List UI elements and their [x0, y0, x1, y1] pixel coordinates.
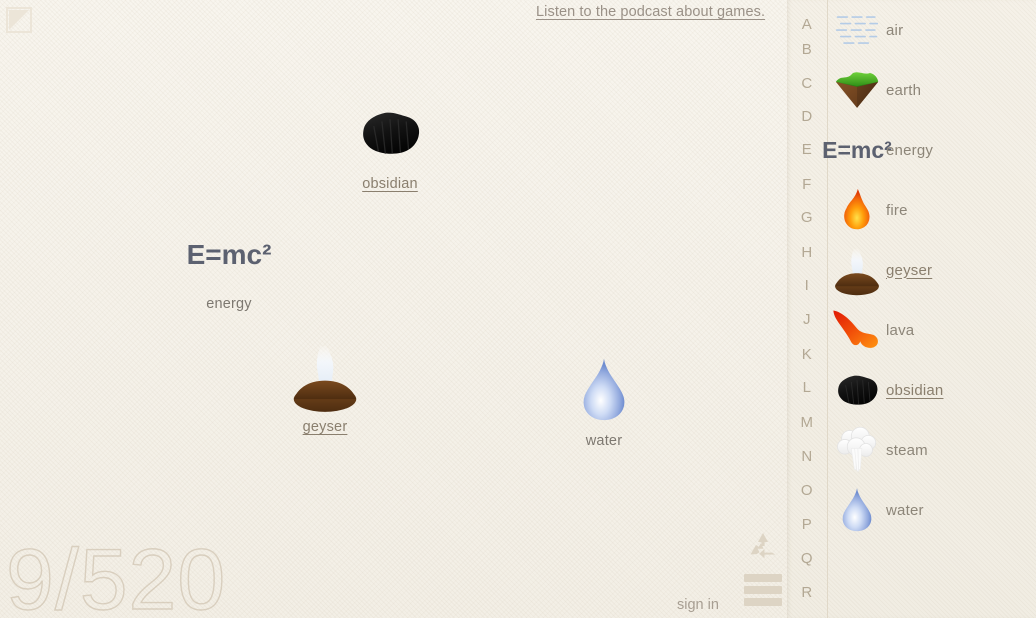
fullscreen-resize-icon[interactable]: [6, 7, 32, 33]
board-element-label: obsidian: [362, 176, 418, 192]
library-item-label: geyser: [886, 261, 933, 279]
geyser-icon: [828, 242, 886, 298]
menu-bar-3: [744, 598, 782, 606]
library-item-label: air: [886, 21, 904, 39]
board-element-obsidian[interactable]: obsidian: [334, 100, 446, 192]
alphabet-letter-i[interactable]: I: [787, 277, 827, 294]
water-icon: [548, 357, 660, 427]
alphabet-letter-a[interactable]: A: [787, 16, 827, 33]
library-item-obsidian[interactable]: obsidian: [828, 360, 1036, 420]
board-element-label: water: [585, 433, 623, 449]
menu-bar-2: [744, 586, 782, 594]
menu-bar-1: [744, 574, 782, 582]
energy-icon: E=mc²: [822, 136, 892, 163]
geyser-icon: [269, 343, 381, 413]
library-item-label: lava: [886, 321, 915, 339]
board-element-label: energy: [206, 296, 252, 312]
library-item-lava[interactable]: lava: [828, 300, 1036, 360]
fire-icon: [828, 182, 886, 238]
library-item-fire[interactable]: fire: [828, 180, 1036, 240]
library-item-water[interactable]: water: [828, 480, 1036, 540]
sign-in-button[interactable]: sign in: [677, 597, 719, 613]
library-item-earth[interactable]: earth: [828, 60, 1036, 120]
game-board[interactable]: Listen to the podcast about games. obsid…: [0, 0, 787, 618]
alphabet-letter-f[interactable]: F: [787, 176, 827, 193]
library-panel[interactable]: ABCDE FG HIJ KL MNOPQR air earth E=mc² energy fi…: [787, 0, 1036, 618]
library-item-geyser[interactable]: geyser: [828, 240, 1036, 300]
obsidian-icon: [828, 362, 886, 418]
alphabet-index[interactable]: ABCDE FG HIJ KL MNOPQR: [787, 0, 827, 618]
alphabet-letter-e[interactable]: E: [787, 141, 827, 158]
lava-icon: [828, 302, 886, 358]
alphabet-letter-n[interactable]: N: [787, 448, 827, 465]
library-item-label: energy: [886, 141, 934, 159]
earth-icon: [828, 62, 886, 118]
alphabet-letter-g[interactable]: G: [787, 209, 827, 226]
alphabet-letter-d[interactable]: D: [787, 108, 827, 125]
water-icon: [828, 482, 886, 538]
podcast-promo-link[interactable]: Listen to the podcast about games.: [536, 4, 765, 20]
hamburger-menu-icon[interactable]: [744, 574, 782, 606]
alphabet-letter-l[interactable]: L: [787, 379, 827, 396]
board-element-label: geyser: [302, 419, 348, 435]
alphabet-letter-r[interactable]: R: [787, 584, 827, 601]
alphabet-letter-q[interactable]: Q: [787, 550, 827, 567]
library-item-label: water: [886, 501, 924, 519]
library-item-label: steam: [886, 441, 928, 459]
board-element-geyser[interactable]: geyser: [269, 343, 381, 435]
alphabet-letter-p[interactable]: P: [787, 516, 827, 533]
library-item-list[interactable]: air earth E=mc² energy fire geyser lava obsidia…: [822, 0, 1036, 618]
alphabet-letter-c[interactable]: C: [787, 75, 827, 92]
obsidian-icon: [334, 100, 446, 170]
alphabet-letter-h[interactable]: H: [787, 244, 827, 261]
alphabet-letter-b[interactable]: B: [787, 41, 827, 58]
alphabet-letter-j[interactable]: J: [787, 311, 827, 328]
air-icon: [828, 2, 886, 58]
library-item-air[interactable]: air: [828, 0, 1036, 60]
library-item-label: fire: [886, 201, 908, 219]
energy-icon: E=mc²: [186, 239, 272, 270]
recycle-icon[interactable]: [746, 530, 780, 564]
library-item-energy[interactable]: E=mc² energy: [822, 120, 1036, 180]
library-item-label: earth: [886, 81, 922, 99]
alphabet-letter-k[interactable]: K: [787, 346, 827, 363]
board-element-water[interactable]: water: [548, 357, 660, 449]
alphabet-letter-o[interactable]: O: [787, 482, 827, 499]
discovered-counter: 9/520: [5, 531, 227, 618]
alphabet-letter-m[interactable]: M: [787, 414, 827, 431]
board-element-energy[interactable]: E=mc² energy: [173, 220, 285, 313]
steam-icon: [828, 422, 886, 478]
library-item-steam[interactable]: steam: [828, 420, 1036, 480]
library-item-label: obsidian: [886, 381, 944, 399]
